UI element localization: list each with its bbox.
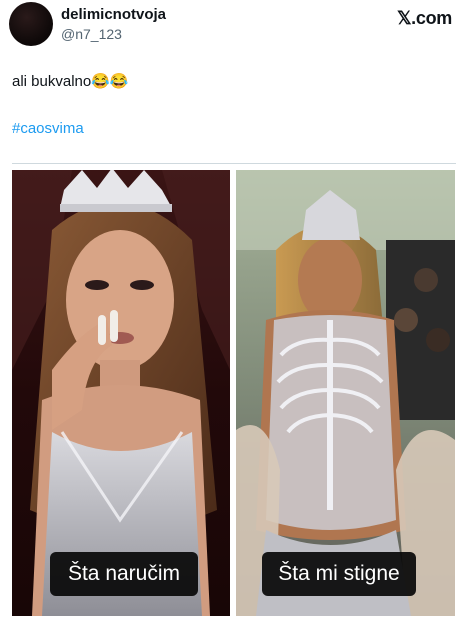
author-display-name[interactable]: delimicnotvoja — [61, 6, 166, 23]
post-header: delimicnotvoja @n7_123 𝕏.com — [0, 0, 468, 60]
hashtag-link[interactable]: #caosvima — [12, 120, 84, 137]
author-handle[interactable]: @n7_123 — [61, 26, 122, 42]
meme-caption-right: Šta mi stigne — [262, 552, 416, 596]
avatar[interactable] — [9, 2, 53, 46]
meme-image-left[interactable] — [12, 170, 230, 616]
x-logo: 𝕏.com — [396, 8, 452, 28]
post-text: ali bukvalno😂😂 — [12, 73, 129, 90]
media-divider — [12, 163, 456, 164]
photo-woman-crown — [12, 170, 230, 616]
meme-image-right[interactable] — [236, 170, 455, 616]
meme-caption-left: Šta naručim — [50, 552, 198, 596]
photo-skeleton-gown — [236, 170, 455, 616]
